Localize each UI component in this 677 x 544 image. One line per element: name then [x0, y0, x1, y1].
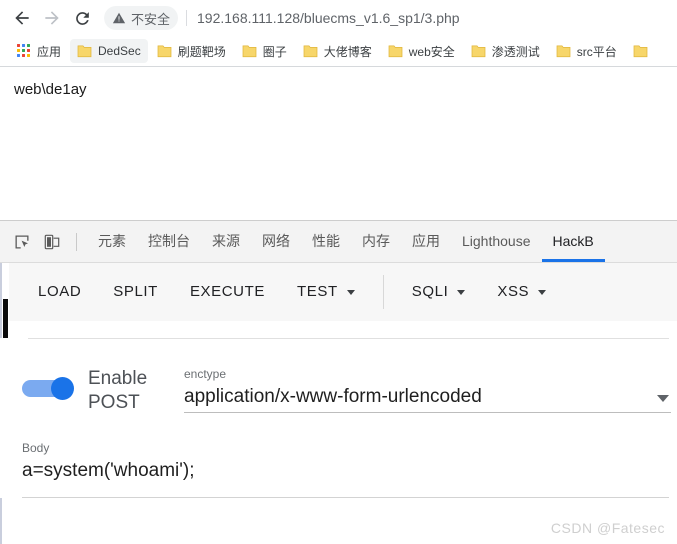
- bookmark-src-platform[interactable]: src平台: [549, 39, 624, 63]
- folder-icon: [157, 45, 172, 57]
- tab-console[interactable]: 控制台: [137, 221, 201, 262]
- sqli-label: SQLI: [411, 283, 449, 300]
- device-toolbar-button[interactable]: [38, 228, 66, 256]
- bookmark-label: 渗透测试: [491, 44, 540, 59]
- devtools-toolbar-divider: [76, 232, 77, 251]
- page-scrollbar[interactable]: [0, 67, 6, 220]
- device-toolbar-icon: [44, 234, 60, 249]
- xss-label: XSS: [497, 283, 530, 300]
- chevron-down-icon: [538, 289, 547, 295]
- bookmark-label: src平台: [576, 44, 617, 59]
- bookmark-apps[interactable]: 应用: [10, 39, 68, 63]
- post-settings-row: Enable POST enctype application/x-www-fo…: [0, 339, 677, 415]
- omnibox-divider: [186, 10, 188, 26]
- bookmark-label: DedSec: [98, 44, 141, 58]
- hackbar-toolbar-divider: [382, 275, 384, 309]
- test-label: TEST: [297, 283, 338, 300]
- bookmark-pentest[interactable]: 渗透测试: [464, 39, 547, 63]
- body-underline: [22, 497, 669, 498]
- enctype-value-row: application/x-www-form-urlencoded: [184, 386, 671, 413]
- chevron-down-icon: [346, 289, 355, 295]
- inspect-element-icon: [15, 235, 29, 248]
- bookmark-label: 应用: [37, 44, 62, 59]
- apps-grid-icon: [17, 44, 31, 58]
- browser-toolbar: 不安全 192.168.111.128/bluecms_v1.6_sp1/3.p…: [0, 0, 677, 36]
- load-button[interactable]: LOAD: [22, 272, 97, 312]
- body-label: Body: [22, 441, 50, 455]
- chevron-down-icon: [457, 289, 466, 295]
- tab-network[interactable]: 网络: [251, 221, 301, 262]
- tab-memory[interactable]: 内存: [351, 221, 401, 262]
- toggle-knob: [51, 377, 74, 400]
- inspect-element-button[interactable]: [8, 228, 36, 256]
- tab-elements[interactable]: 元素: [87, 221, 137, 262]
- bookmark-label: 圈子: [262, 44, 287, 59]
- enctype-label: enctype: [184, 367, 227, 381]
- folder-icon: [77, 45, 92, 57]
- post-body-field[interactable]: Body a=system('whoami');: [0, 415, 677, 498]
- test-menu-button[interactable]: TEST: [281, 272, 371, 312]
- bookmark-label: 刷题靶场: [177, 44, 226, 59]
- security-status-label: 不安全: [131, 11, 171, 27]
- reload-button[interactable]: [68, 4, 96, 32]
- bookmark-label: 大佬博客: [323, 44, 372, 59]
- bookmark-quanzi[interactable]: 圈子: [235, 39, 294, 63]
- address-bar[interactable]: 不安全 192.168.111.128/bluecms_v1.6_sp1/3.p…: [104, 5, 669, 31]
- folder-icon: [471, 45, 486, 57]
- tab-application[interactable]: 应用: [401, 221, 451, 262]
- execute-label: EXECUTE: [189, 283, 265, 300]
- bookmark-dedsec[interactable]: DedSec: [70, 39, 148, 63]
- watermark: CSDN @Fatesec: [550, 520, 665, 536]
- hackbar-body: Enable POST enctype application/x-www-fo…: [0, 338, 677, 498]
- devtools-tabbar: 元素 控制台 来源 网络 性能 内存 应用 Lighthouse HackB: [0, 221, 677, 263]
- forward-button[interactable]: [38, 4, 66, 32]
- folder-icon: [388, 45, 403, 57]
- warning-triangle-icon: [112, 12, 126, 24]
- enctype-value: application/x-www-form-urlencoded: [184, 386, 482, 407]
- sqli-menu-button[interactable]: SQLI: [396, 272, 482, 312]
- tab-hackbar[interactable]: HackB: [541, 221, 605, 262]
- enable-post-label: Enable POST: [88, 368, 148, 413]
- bookmark-label: web安全: [408, 44, 455, 59]
- bookmark-shuatibachang[interactable]: 刷题靶场: [150, 39, 233, 63]
- bookmark-dalaoboke[interactable]: 大佬博客: [296, 39, 379, 63]
- tab-sources[interactable]: 来源: [201, 221, 251, 262]
- bookmark-overflow[interactable]: [626, 39, 661, 63]
- folder-icon: [303, 45, 318, 57]
- chevron-down-icon: [657, 395, 669, 402]
- security-status-chip[interactable]: 不安全: [104, 6, 179, 30]
- tab-lighthouse[interactable]: Lighthouse: [451, 221, 542, 262]
- url-text: 192.168.111.128/bluecms_v1.6_sp1/3.php: [197, 10, 460, 26]
- load-label: LOAD: [38, 283, 82, 300]
- body-value: a=system('whoami');: [22, 460, 195, 481]
- back-button[interactable]: [8, 4, 36, 32]
- xss-menu-button[interactable]: XSS: [481, 272, 562, 312]
- execute-button[interactable]: EXECUTE: [174, 272, 281, 312]
- enctype-select[interactable]: enctype application/x-www-form-urlencode…: [184, 367, 677, 413]
- hackbar-panel: LOAD SPLIT EXECUTE TEST SQLI XSS Enable …: [0, 263, 677, 544]
- tab-performance[interactable]: 性能: [301, 221, 351, 262]
- bookmarks-bar: 应用 DedSec 刷题靶场 圈子 大佬博客 web安全 渗透测试 src平台: [0, 36, 677, 66]
- page-content-text: web\de1ay: [14, 81, 87, 98]
- hackbar-toolbar: LOAD SPLIT EXECUTE TEST SQLI XSS: [0, 263, 677, 321]
- folder-icon: [556, 45, 571, 57]
- split-label: SPLIT: [113, 283, 158, 300]
- browser-window: 不安全 192.168.111.128/bluecms_v1.6_sp1/3.p…: [0, 0, 677, 544]
- page-viewport: web\de1ay: [0, 66, 677, 220]
- bookmark-web-security[interactable]: web安全: [381, 39, 462, 63]
- folder-icon: [242, 45, 257, 57]
- devtools-panel: 元素 控制台 来源 网络 性能 内存 应用 Lighthouse HackB L…: [0, 220, 677, 544]
- enable-post-toggle[interactable]: [22, 377, 74, 400]
- folder-icon: [633, 45, 648, 57]
- split-button[interactable]: SPLIT: [97, 272, 174, 312]
